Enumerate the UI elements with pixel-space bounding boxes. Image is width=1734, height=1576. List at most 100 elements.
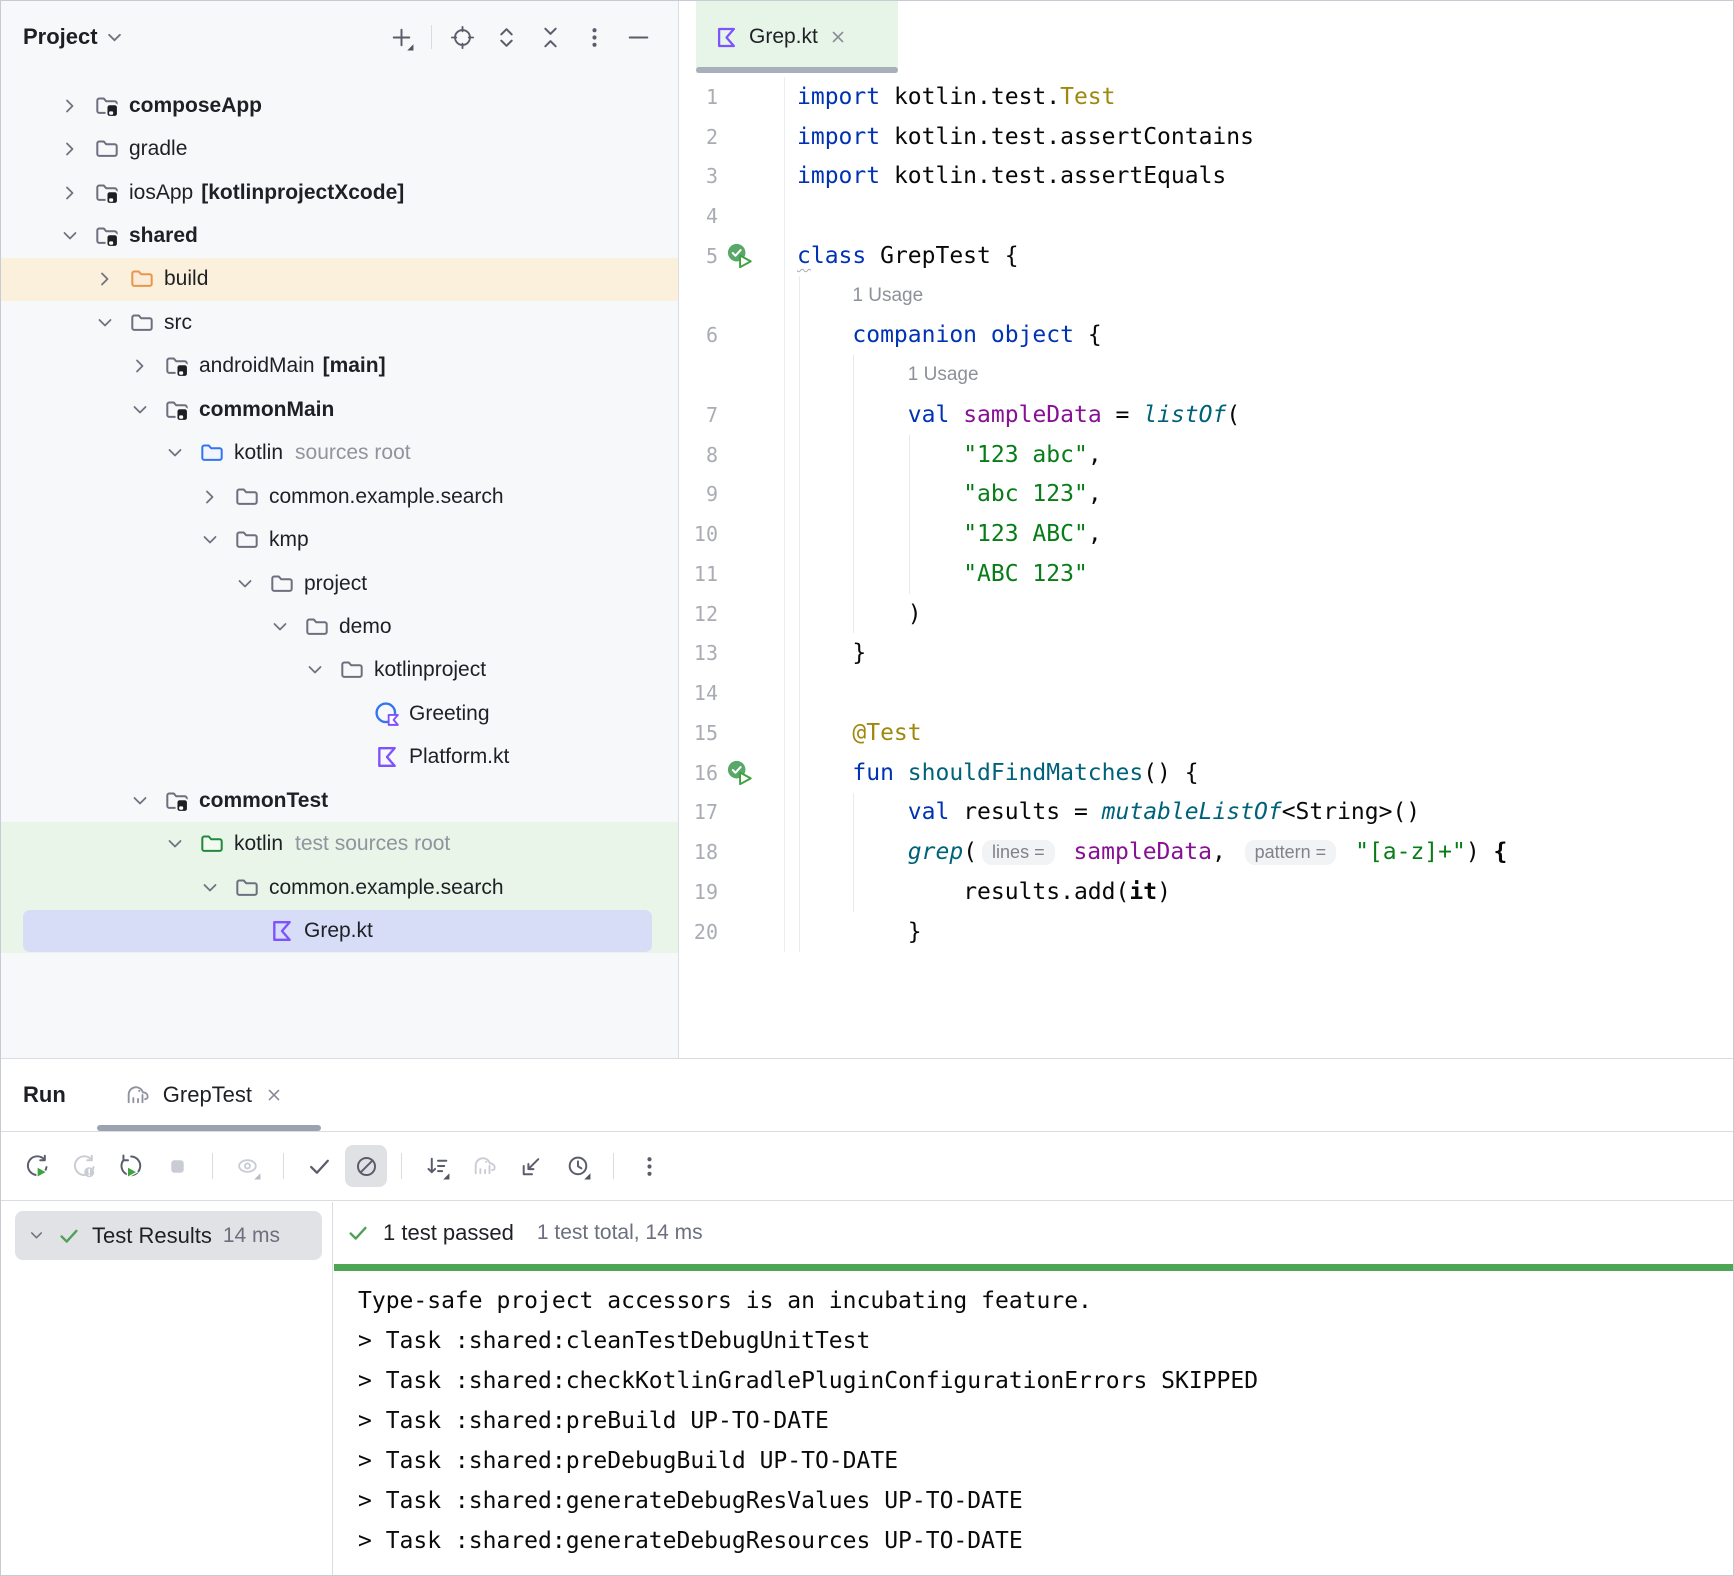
tree-item-grep-kt[interactable]: Grep.kt	[1, 909, 678, 952]
run-test-icon[interactable]	[718, 753, 784, 793]
chevron-right-icon[interactable]	[129, 355, 151, 377]
chevron-down-icon[interactable]	[94, 312, 116, 334]
line-number: 7	[680, 403, 718, 427]
usage-hint[interactable]: 1 Usage	[908, 364, 979, 386]
gutter	[718, 594, 784, 634]
chevron-down-icon[interactable]	[269, 616, 291, 638]
code-token: (	[1226, 402, 1240, 428]
usage-hint[interactable]: 1 Usage	[852, 285, 923, 307]
line-number: 15	[680, 721, 718, 745]
line-number: 1	[680, 85, 718, 109]
chevron-right-icon[interactable]	[199, 486, 221, 508]
tree-item-iosapp[interactable]: iosApp[kotlinprojectXcode]	[1, 171, 678, 214]
code-token: kotlin.test.	[880, 84, 1060, 110]
chevron-right-icon[interactable]	[59, 95, 81, 117]
tree-item-src[interactable]: src	[1, 301, 678, 344]
chevron-down-icon[interactable]	[129, 399, 151, 421]
chevron-right-icon[interactable]	[59, 138, 81, 160]
chevron-down-icon[interactable]	[59, 225, 81, 247]
test-history-icon[interactable]	[557, 1145, 599, 1187]
toolbar-divider	[431, 25, 432, 49]
close-icon[interactable]	[264, 1085, 284, 1105]
tree-item-kmp[interactable]: kmp	[1, 518, 678, 561]
close-icon[interactable]	[828, 27, 848, 47]
chevron-down-icon[interactable]	[129, 790, 151, 812]
chevron-right-icon[interactable]	[94, 268, 116, 290]
project-view-selector[interactable]: Project	[23, 24, 121, 50]
tree-item-label: kmp	[269, 528, 309, 552]
console-line: > Task :shared:checkKotlinGradlePluginCo…	[358, 1361, 1733, 1401]
tree-item-commonmain[interactable]: commonMain	[1, 388, 678, 431]
module-folder-icon	[94, 93, 120, 119]
tree-item-kotlin[interactable]: kotlintest sources root	[1, 822, 678, 865]
tree-item-common-example-search[interactable]: common.example.search	[1, 866, 678, 909]
code-token: "123 ABC"	[963, 521, 1088, 547]
tree-spacer	[339, 746, 361, 768]
module-folder-icon	[164, 353, 190, 379]
collapse-all-icon[interactable]	[536, 23, 564, 51]
more-icon[interactable]	[580, 23, 608, 51]
tree-item-greeting[interactable]: Greeting	[1, 692, 678, 735]
tree-item-commontest[interactable]: commonTest	[1, 779, 678, 822]
tree-item-kotlinproject[interactable]: kotlinproject	[1, 649, 678, 692]
code-token: it	[1129, 879, 1157, 905]
code-editor[interactable]: 1import kotlin.test.Test2import kotlin.t…	[680, 73, 1733, 1058]
chevron-down-icon[interactable]	[199, 529, 221, 551]
tree-item-build[interactable]: build	[1, 258, 678, 301]
code-token: lass	[811, 243, 866, 269]
code-token	[949, 402, 963, 428]
console-output[interactable]: Type-safe project accessors is an incuba…	[334, 1272, 1733, 1575]
run-tab-greptest[interactable]: GrepTest	[124, 1082, 284, 1109]
sort-by-duration-icon[interactable]	[416, 1145, 458, 1187]
tree-item-label: Grep.kt	[304, 919, 373, 943]
tree-item-platform-kt[interactable]: Platform.kt	[1, 736, 678, 779]
stop-icon	[156, 1145, 198, 1187]
chevron-down-icon[interactable]	[27, 1226, 46, 1245]
expand-all-icon[interactable]	[492, 23, 520, 51]
code-line: 19results.add(it)	[680, 872, 1733, 912]
line-number: 2	[680, 125, 718, 149]
chevron-down-icon[interactable]	[164, 442, 186, 464]
rerun-icon[interactable]	[15, 1145, 57, 1187]
hide-panel-icon[interactable]	[624, 23, 652, 51]
import-tests-icon[interactable]	[510, 1145, 552, 1187]
locate-file-icon[interactable]	[448, 23, 476, 51]
tree-item-label: commonTest	[199, 789, 328, 813]
tree-item-common-example-search[interactable]: common.example.search	[1, 475, 678, 518]
chevron-down-icon[interactable]	[164, 833, 186, 855]
tree-item-gradle[interactable]: gradle	[1, 127, 678, 170]
add-icon[interactable]	[387, 23, 415, 51]
code-token: import	[797, 163, 880, 189]
more-icon[interactable]	[628, 1145, 670, 1187]
tree-item-composeapp[interactable]: composeApp	[1, 84, 678, 127]
chevron-down-icon	[108, 33, 121, 42]
console-line: > Task :shared:generateDebugResValues UP…	[358, 1481, 1733, 1521]
tree-item-shared[interactable]: shared	[1, 214, 678, 257]
code-line: 5class GrepTest {	[680, 236, 1733, 276]
chevron-down-icon[interactable]	[304, 659, 326, 681]
tree-item-kotlin[interactable]: kotlinsources root	[1, 432, 678, 475]
chevron-down-icon[interactable]	[199, 877, 221, 899]
tree-item-androidmain[interactable]: androidMain[main]	[1, 345, 678, 388]
show-ignored-icon[interactable]	[345, 1145, 387, 1187]
rerun-auto-icon[interactable]	[109, 1145, 151, 1187]
module-folder-icon	[94, 180, 120, 206]
project-panel: Project composeApp gradle iosApp[kotlinpro…	[1, 1, 679, 1058]
chevron-right-icon[interactable]	[59, 182, 81, 204]
test-summary-bar: 1 test passed 1 test total, 14 ms	[334, 1202, 1733, 1264]
watch-options-icon	[227, 1145, 269, 1187]
chevron-down-icon[interactable]	[234, 573, 256, 595]
tree-item-demo[interactable]: demo	[1, 605, 678, 648]
code-token: import	[797, 84, 880, 110]
code-token: Test	[1060, 84, 1115, 110]
code-token: {	[1074, 322, 1102, 348]
tree-item-project[interactable]: project	[1, 562, 678, 605]
run-test-icon[interactable]	[718, 236, 784, 276]
code-line: 10"123 ABC",	[680, 514, 1733, 554]
run-tool-window: Run GrepTest	[1, 1058, 1733, 1575]
code-token: sampleData	[963, 402, 1101, 428]
editor-tab-grep-kt[interactable]: Grep.kt	[696, 1, 898, 73]
show-passed-icon[interactable]	[298, 1145, 340, 1187]
test-results-row[interactable]: Test Results 14 ms	[15, 1211, 322, 1260]
tree-item-label: gradle	[129, 137, 187, 161]
